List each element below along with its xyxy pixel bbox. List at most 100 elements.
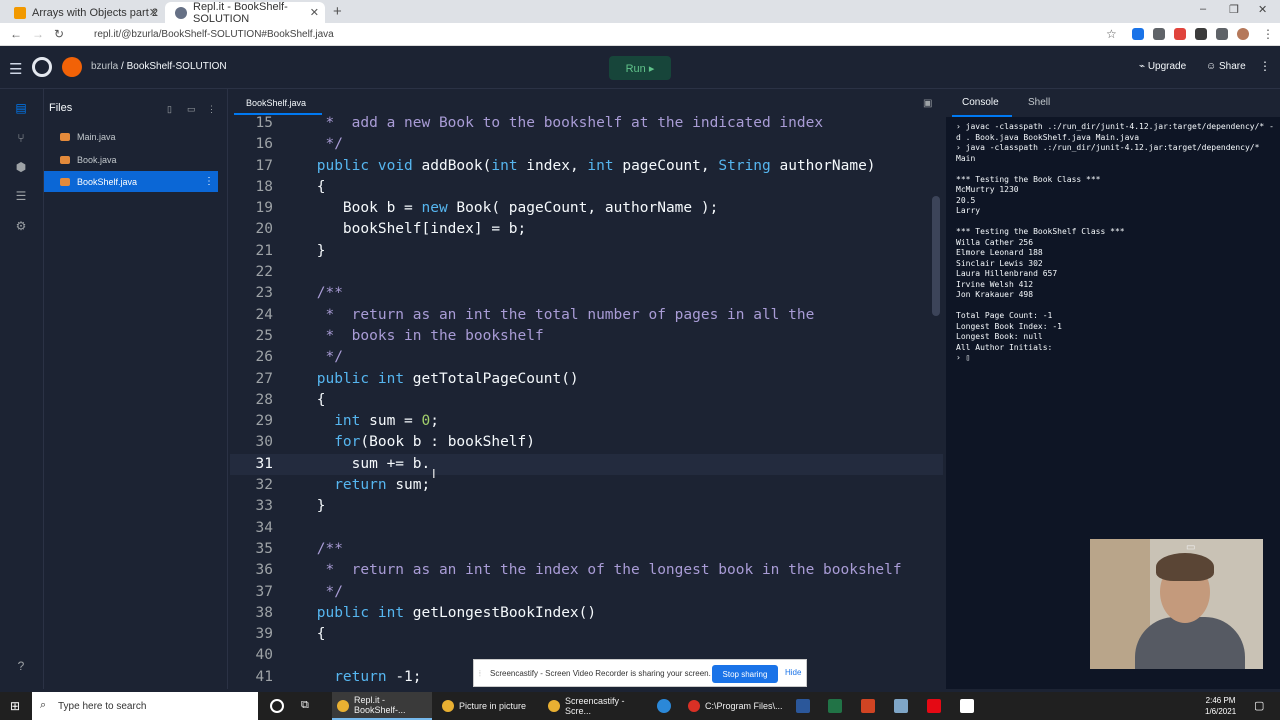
new-file-icon[interactable]: ▯ <box>167 104 172 115</box>
code-line[interactable]: 22 <box>230 262 943 283</box>
header-menu-icon[interactable]: ⋮ <box>1259 59 1271 73</box>
code-line[interactable]: 39 { <box>230 624 943 645</box>
code-line[interactable]: 16 */ <box>230 134 943 155</box>
cortana-icon[interactable] <box>270 699 284 713</box>
taskbar-item-replit[interactable]: Repl.it - BookShelf-... <box>332 692 432 720</box>
stop-sharing-button[interactable]: Stop sharing <box>712 665 778 683</box>
code-line[interactable]: 38 public int getLongestBookIndex() <box>230 603 943 624</box>
code-text: */ <box>308 583 343 600</box>
calculator-icon[interactable] <box>894 699 908 713</box>
extension-icon[interactable] <box>1195 28 1207 40</box>
webcam-overlay[interactable]: ▭ <box>1090 539 1263 669</box>
bookmark-star-icon[interactable]: ☆ <box>1106 27 1117 41</box>
editor-scrollbar[interactable] <box>932 196 940 316</box>
url-text: repl.it/@bzurla/BookShelf-SOLUTION#BookS… <box>94 29 334 40</box>
powerpoint-icon[interactable] <box>861 699 875 713</box>
code-line[interactable]: 29 int sum = 0; <box>230 411 943 432</box>
extension-icon[interactable] <box>1153 28 1165 40</box>
console-output[interactable]: › javac -classpath .:/run_dir/junit-4.12… <box>956 122 1274 364</box>
user-avatar[interactable] <box>62 57 82 77</box>
code-line[interactable]: 31 sum += b. <box>230 453 943 476</box>
hide-button[interactable]: Hide <box>785 668 801 677</box>
pip-icon[interactable]: ▭ <box>1186 542 1195 553</box>
tab-shell[interactable]: Shell <box>1028 97 1050 108</box>
taskbar-search[interactable]: ⌕ Type here to search <box>32 692 258 720</box>
database-icon[interactable]: ☰ <box>14 189 28 203</box>
code-line[interactable]: 36 * return as an int the index of the l… <box>230 560 943 581</box>
code-line[interactable]: 15 * add a new Book to the bookshelf at … <box>230 113 943 134</box>
code-line[interactable]: 35 /** <box>230 539 943 560</box>
excel-icon[interactable] <box>828 699 842 713</box>
breadcrumb-project[interactable]: BookShelf-SOLUTION <box>127 61 227 72</box>
code-line[interactable]: 28 { <box>230 390 943 411</box>
code-line[interactable]: 20 bookShelf[index] = b; <box>230 219 943 240</box>
code-line[interactable]: 26 */ <box>230 347 943 368</box>
packages-icon[interactable]: ⬢ <box>14 160 28 174</box>
code-line[interactable]: 33 } <box>230 496 943 517</box>
extension-icon[interactable] <box>1132 28 1144 40</box>
windows-start-icon[interactable]: ⊞ <box>10 699 24 713</box>
help-icon[interactable]: ? <box>14 659 28 673</box>
taskbar-item-program-files[interactable]: C:\Program Files\... <box>683 692 783 720</box>
task-view-icon[interactable]: ⧉ <box>301 699 315 713</box>
code-line[interactable]: 24 * return as an int the total number o… <box>230 305 943 326</box>
back-icon[interactable]: ← <box>10 27 22 41</box>
browser-menu-icon[interactable]: ⋮ <box>1262 27 1274 41</box>
reload-icon[interactable]: ↻ <box>54 27 64 41</box>
breadcrumb-user[interactable]: bzurla <box>91 61 118 72</box>
file-options-icon[interactable]: ⋮ <box>204 176 214 187</box>
profile-avatar-icon[interactable] <box>1237 28 1249 40</box>
code-line[interactable]: 17 public void addBook(int index, int pa… <box>230 156 943 177</box>
new-folder-icon[interactable]: ▭ <box>187 104 196 115</box>
hamburger-menu-icon[interactable]: ☰ <box>9 60 22 78</box>
console-line: Laura Hillenbrand 657 <box>956 269 1058 278</box>
code-line[interactable]: 18 { <box>230 177 943 198</box>
address-bar: ← → ↻ repl.it/@bzurla/BookShelf-SOLUTION… <box>0 23 1280 46</box>
code-area[interactable]: 15 * add a new Book to the bookshelf at … <box>230 113 943 688</box>
notifications-icon[interactable]: ▢ <box>1254 699 1268 713</box>
close-tab-icon[interactable]: ✕ <box>310 6 319 19</box>
tab-console[interactable]: Console <box>962 97 999 108</box>
code-line[interactable]: 19 Book b = new Book( pageCount, authorN… <box>230 198 943 219</box>
code-line[interactable]: 34 <box>230 518 943 539</box>
code-line[interactable]: 27 public int getTotalPageCount() <box>230 369 943 390</box>
extensions-puzzle-icon[interactable] <box>1216 28 1228 40</box>
taskbar-clock[interactable]: 2:46 PM 1/6/2021 <box>1205 695 1236 717</box>
files-menu-icon[interactable]: ⋮ <box>207 104 216 115</box>
extension-icon[interactable] <box>1174 28 1186 40</box>
code-text: * return as an int the index of the long… <box>308 562 902 579</box>
browser-tab-replit[interactable]: Repl.it - BookShelf-SOLUTION ✕ <box>165 1 325 25</box>
minimize-icon[interactable]: – <box>1200 3 1206 15</box>
window-close-icon[interactable]: ✕ <box>1258 3 1267 16</box>
files-icon[interactable]: ▤ <box>14 101 28 115</box>
code-line[interactable]: 30 for(Book b : bookShelf) <box>230 432 943 453</box>
url-field[interactable]: repl.it/@bzurla/BookShelf-SOLUTION#BookS… <box>80 25 1120 44</box>
restore-icon[interactable]: ❐ <box>1229 3 1239 16</box>
file-item-main[interactable]: Main.java <box>44 126 218 147</box>
taskbar-item-pip[interactable]: Picture in picture <box>437 692 537 720</box>
word-icon[interactable] <box>796 699 810 713</box>
editor-layout-icon[interactable]: ▣ <box>923 98 932 109</box>
file-item-book[interactable]: Book.java <box>44 149 218 170</box>
share-button[interactable]: ☺ Share <box>1206 61 1246 72</box>
browser-tab-arrays[interactable]: Arrays with Objects part 2 ✕ <box>4 2 164 23</box>
amazon-icon[interactable] <box>960 699 974 713</box>
code-line[interactable]: 21 } <box>230 241 943 262</box>
code-line[interactable]: 23 /** <box>230 283 943 304</box>
new-tab-icon[interactable]: + <box>333 3 342 20</box>
file-item-bookshelf[interactable]: BookShelf.java ⋮ <box>44 171 218 192</box>
close-tab-icon[interactable]: ✕ <box>149 6 158 19</box>
settings-gear-icon[interactable]: ⚙ <box>14 219 28 233</box>
code-line[interactable]: 25 * books in the bookshelf <box>230 326 943 347</box>
version-control-icon[interactable]: ⑂ <box>14 131 28 145</box>
taskbar-item-screencastify[interactable]: Screencastify - Scre... <box>543 692 643 720</box>
code-line[interactable]: 32 return sum; <box>230 475 943 496</box>
replit-logo-icon[interactable] <box>32 57 52 77</box>
upgrade-button[interactable]: ⌁ Upgrade <box>1139 61 1186 72</box>
netflix-icon[interactable] <box>927 699 941 713</box>
code-line[interactable]: 37 */ <box>230 582 943 603</box>
editor-tab-bookshelf[interactable]: BookShelf.java <box>234 93 322 115</box>
forward-icon[interactable]: → <box>32 27 44 41</box>
edge-icon[interactable] <box>657 699 671 713</box>
run-button[interactable]: Run ▸ <box>609 56 671 80</box>
